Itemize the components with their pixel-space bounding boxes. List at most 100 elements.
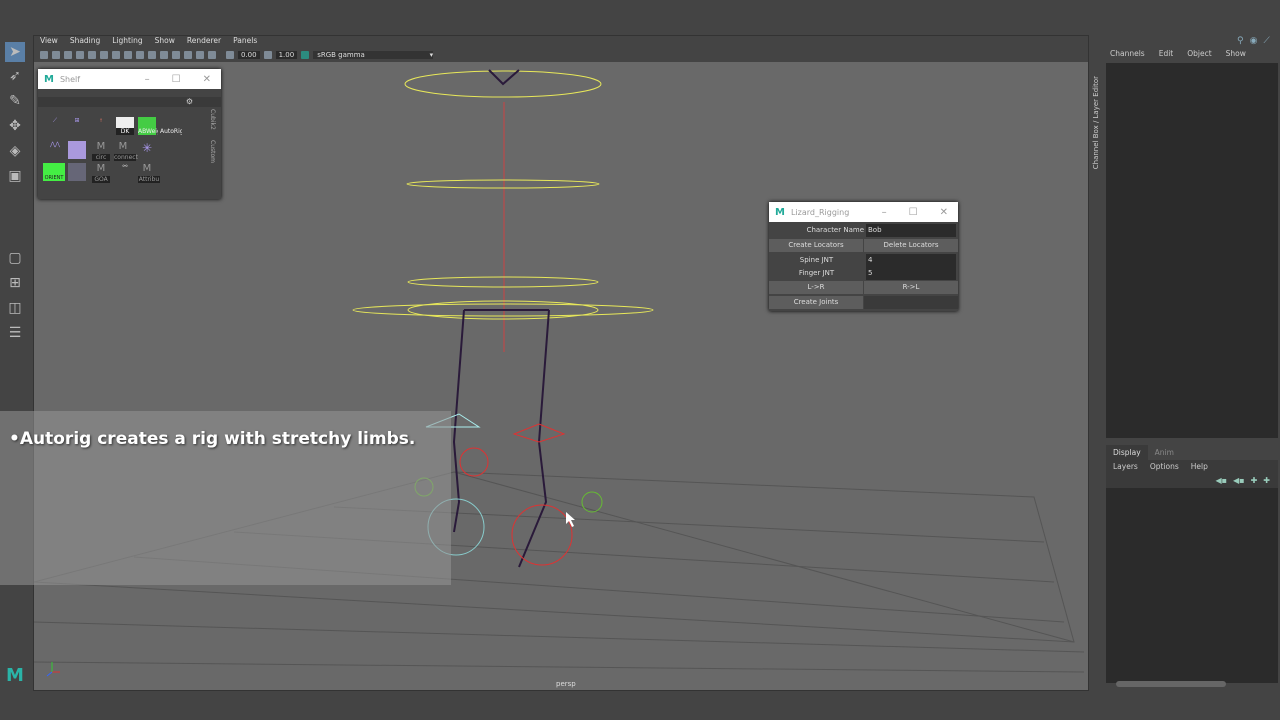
- camera-attr-icon[interactable]: [52, 51, 60, 59]
- resolution-gate-icon[interactable]: [112, 51, 120, 59]
- spine-jnt-input[interactable]: 4: [866, 254, 956, 267]
- xray-icon[interactable]: [184, 51, 192, 59]
- isolate-icon[interactable]: [196, 51, 204, 59]
- shelf-tab-custom[interactable]: Custom: [206, 140, 216, 163]
- shelf-button-dk[interactable]: DK: [116, 117, 134, 135]
- color-management-icon[interactable]: [301, 51, 310, 59]
- attribute-editor-icon[interactable]: ⚲: [1237, 36, 1244, 46]
- shelf-button-goa[interactable]: M GOA: [92, 163, 110, 183]
- shelf-button-autorig[interactable]: AutoRig: [160, 117, 182, 135]
- layout-single-icon[interactable]: ▢: [5, 248, 25, 268]
- film-gate-icon[interactable]: [100, 51, 108, 59]
- menu-panels[interactable]: Panels: [233, 36, 257, 48]
- layout-four-icon[interactable]: ⊞: [5, 273, 25, 293]
- move-layer-down-icon[interactable]: ◀▪: [1233, 476, 1245, 485]
- gear-icon[interactable]: ⚙: [186, 97, 193, 106]
- new-layer-icon[interactable]: ✚: [1251, 476, 1258, 485]
- menu-lighting[interactable]: Lighting: [112, 36, 142, 48]
- shelf-button-blend-icon[interactable]: [68, 163, 86, 181]
- create-locators-button[interactable]: Create Locators: [769, 239, 863, 252]
- l-to-r-button[interactable]: L->R: [769, 281, 863, 294]
- menu-edit[interactable]: Edit: [1159, 49, 1174, 58]
- select-tool-icon[interactable]: ➤: [5, 42, 25, 62]
- exposure-field[interactable]: 0.00: [238, 51, 260, 59]
- shelf-button-star-icon[interactable]: ✳: [138, 141, 156, 159]
- tool-box: ➤ ➶ ✎ ✥ ◈ ▣ ▢ ⊞ ◫ ☰ M: [0, 36, 32, 691]
- hud-icon[interactable]: [208, 51, 216, 59]
- rotate-tool-icon[interactable]: ◈: [5, 141, 25, 161]
- menu-shading[interactable]: Shading: [70, 36, 100, 48]
- layer-editor: Display Anim Layers Options Help ◀▪ ◀▪ ✚ ✚: [1106, 445, 1278, 691]
- delete-locators-button[interactable]: Delete Locators: [864, 239, 958, 252]
- menu-object[interactable]: Object: [1187, 49, 1211, 58]
- smooth-shade-icon[interactable]: [136, 51, 144, 59]
- menu-view[interactable]: View: [40, 36, 58, 48]
- shelf-button-ik-handle-icon[interactable]: ⟊: [92, 117, 110, 135]
- new-layer-selected-icon[interactable]: ✚: [1263, 476, 1270, 485]
- move-tool-icon[interactable]: ✥: [5, 116, 25, 136]
- shelf-button-connect[interactable]: Mconnect: [114, 141, 138, 161]
- channel-box[interactable]: [1106, 63, 1278, 438]
- shadows-icon[interactable]: [172, 51, 180, 59]
- shelf-button-attribu[interactable]: M Attribu: [138, 163, 160, 183]
- shelf-button-editor-icon[interactable]: [68, 141, 86, 159]
- tool-settings-icon[interactable]: ◉: [1250, 36, 1258, 46]
- shelf-button-circ[interactable]: Mcirc: [92, 141, 110, 161]
- tab-display[interactable]: Display: [1106, 445, 1148, 460]
- layout-two-icon[interactable]: ◫: [5, 298, 25, 318]
- menu-show[interactable]: Show: [1226, 49, 1246, 58]
- shelf-tab-cubik2[interactable]: Cubik2: [206, 109, 216, 130]
- shelf-button-abweig[interactable]: ABWeig: [138, 117, 158, 135]
- character-name-input[interactable]: Bob: [866, 224, 956, 237]
- shelf-label: DK: [116, 128, 134, 135]
- menu-show[interactable]: Show: [155, 36, 175, 48]
- scale-tool-icon[interactable]: ▣: [5, 166, 25, 186]
- channel-box-menu: Channels Edit Object Show: [1110, 49, 1246, 58]
- color-space-value: sRGB gamma: [317, 51, 365, 59]
- lizard-titlebar[interactable]: M Lizard_Rigging – ☐ ✕: [769, 202, 958, 222]
- maximize-button[interactable]: ☐: [909, 207, 918, 218]
- shelf-titlebar[interactable]: M Shelf – ☐ ✕: [38, 69, 221, 89]
- shelf-button-joint-icon[interactable]: ⟋: [46, 117, 64, 135]
- gamma-field[interactable]: 1.00: [275, 51, 298, 59]
- camera-icon[interactable]: [40, 51, 48, 59]
- move-layer-up-icon[interactable]: ◀▪: [1215, 476, 1227, 485]
- minimize-button[interactable]: –: [145, 74, 150, 85]
- horizontal-scrollbar[interactable]: [1116, 681, 1226, 687]
- outliner-icon[interactable]: ☰: [5, 323, 25, 343]
- layer-list[interactable]: [1106, 488, 1278, 683]
- textured-icon[interactable]: [148, 51, 156, 59]
- paint-tool-icon[interactable]: ✎: [5, 91, 25, 111]
- shelf-label: AutoRig: [160, 128, 182, 135]
- menu-help[interactable]: Help: [1191, 462, 1208, 471]
- menu-options[interactable]: Options: [1150, 462, 1179, 471]
- finger-jnt-input[interactable]: 5: [866, 267, 956, 280]
- lights-icon[interactable]: [160, 51, 168, 59]
- channel-box-tab[interactable]: Channel Box / Layer Editor: [1092, 76, 1100, 169]
- grid-icon[interactable]: [88, 51, 96, 59]
- shelf-label: connect: [114, 154, 138, 161]
- minimize-button[interactable]: –: [882, 207, 887, 218]
- menu-channels[interactable]: Channels: [1110, 49, 1145, 58]
- shelf-button-link-icon[interactable]: ⚯: [116, 163, 134, 181]
- wireframe-icon[interactable]: [124, 51, 132, 59]
- image-plane-icon[interactable]: [76, 51, 84, 59]
- lasso-tool-icon[interactable]: ➶: [5, 66, 25, 86]
- shelf-button-ik-icon[interactable]: ⊞: [68, 117, 86, 135]
- menu-layers[interactable]: Layers: [1113, 462, 1138, 471]
- bookmark-icon[interactable]: [64, 51, 72, 59]
- finger-jnt-label: Finger JNT: [798, 269, 835, 277]
- color-space-dropdown[interactable]: sRGB gamma ▾: [313, 51, 434, 59]
- close-button[interactable]: ✕: [203, 74, 211, 85]
- menu-renderer[interactable]: Renderer: [187, 36, 221, 48]
- maximize-button[interactable]: ☐: [172, 74, 181, 85]
- tab-anim[interactable]: Anim: [1148, 445, 1181, 460]
- right-tab-strip: Channel Box / Layer Editor: [1090, 36, 1105, 691]
- camera-label: persp: [556, 680, 576, 688]
- shelf-button-orient[interactable]: ORIENT: [43, 163, 65, 181]
- create-joints-button[interactable]: Create Joints: [769, 296, 863, 309]
- close-button[interactable]: ✕: [940, 207, 948, 218]
- modeling-toolkit-icon[interactable]: ⟋: [1263, 36, 1269, 46]
- r-to-l-button[interactable]: R->L: [864, 281, 958, 294]
- shelf-button-mirror-icon[interactable]: ⋀⋀: [46, 141, 64, 159]
